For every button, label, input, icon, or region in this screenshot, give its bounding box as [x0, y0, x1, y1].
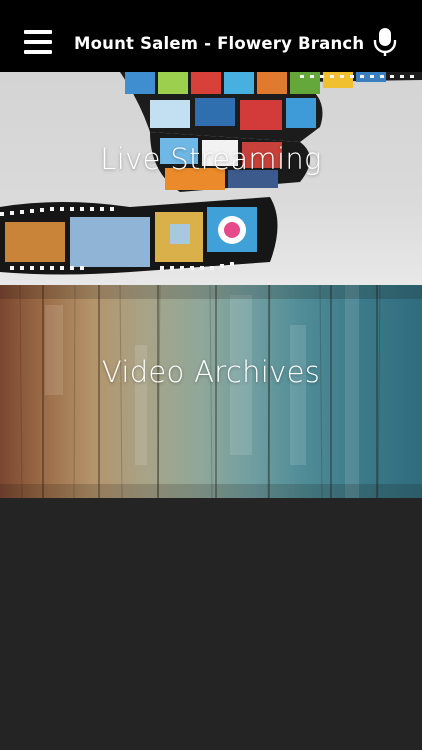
- app-bar: Mount Salem - Flowery Branch: [0, 0, 422, 72]
- microphone-icon[interactable]: [372, 27, 398, 57]
- video-archives-label: Video Archives: [101, 355, 321, 389]
- empty-content-area: [0, 498, 422, 750]
- hamburger-menu-icon[interactable]: [24, 30, 52, 54]
- film-strip-image: [0, 72, 422, 275]
- video-archives-tile[interactable]: Video Archives: [0, 285, 422, 498]
- wood-texture-image: [0, 285, 422, 498]
- live-streaming-tile[interactable]: Live Streaming: [0, 72, 422, 285]
- live-streaming-label: Live Streaming: [100, 142, 322, 176]
- app-title: Mount Salem - Flowery Branch: [74, 34, 365, 53]
